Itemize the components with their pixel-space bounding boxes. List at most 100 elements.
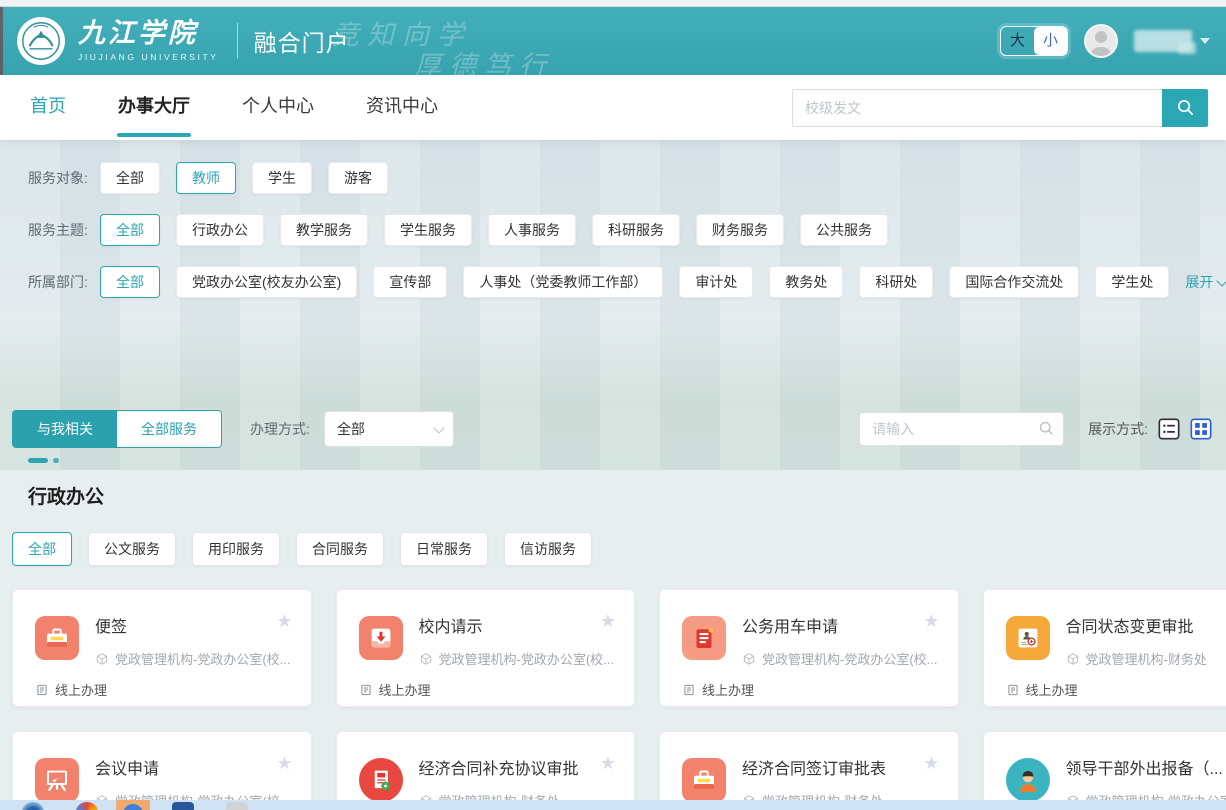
service-card-vehicle-request[interactable]: ★ 公务用车申请 党政管理机构-党政办公室(校... (659, 589, 959, 707)
grid-view-icon[interactable] (1190, 418, 1212, 440)
card-title[interactable]: 领导干部外出报备（... (1066, 760, 1226, 779)
filter-label-service-theme: 服务主题: (28, 220, 100, 240)
user-menu[interactable] (1134, 30, 1210, 52)
inbox-download-icon (366, 623, 396, 653)
tab-service-hall[interactable]: 办事大厅 (118, 75, 190, 140)
favorite-star-icon[interactable]: ★ (600, 612, 616, 630)
chip-dept-student[interactable]: 学生处 (1095, 266, 1169, 298)
section-dot (53, 458, 59, 463)
list-view-icon[interactable] (1158, 418, 1180, 440)
card-icon-tile (359, 758, 403, 802)
card-title[interactable]: 会议申请 (95, 760, 291, 779)
favorite-star-icon[interactable]: ★ (600, 754, 616, 772)
chip-theme-admin[interactable]: 行政办公 (176, 214, 264, 246)
service-search-input[interactable] (859, 412, 1064, 446)
service-card-internal-request[interactable]: ★ 校内请示 党政管理机构-党政办公室(校... (336, 589, 636, 707)
header-right-controls: 大 小 (1000, 24, 1210, 58)
card-icon-tile (1006, 758, 1050, 802)
service-card-contract-supplement[interactable]: ★ 经济合同补充协议审批 党政 (336, 731, 636, 810)
search-input[interactable] (792, 89, 1162, 127)
subchip-seal[interactable]: 用印服务 (192, 532, 280, 566)
card-icon-tile (35, 758, 79, 802)
handle-mode-select[interactable]: 全部 (324, 411, 454, 447)
chip-dept-academic[interactable]: 教务处 (769, 266, 843, 298)
document-icon (35, 683, 49, 697)
taskbar-active-app-icon[interactable] (116, 800, 150, 810)
chip-theme-student[interactable]: 学生服务 (384, 214, 472, 246)
favorite-star-icon[interactable]: ★ (923, 612, 939, 630)
taskbar-browser-icon[interactable] (76, 802, 98, 810)
card-title[interactable]: 合同状态变更审批 (1066, 618, 1218, 637)
briefcase-icon (689, 765, 719, 795)
handle-mode-label: 办理方式: (250, 419, 310, 439)
service-card-leader-outgoing[interactable]: ★ 领导干部外出报备（... 党政管理机构-党政办公室(校... (983, 731, 1226, 810)
tab-related-to-me[interactable]: 与我相关 (13, 411, 117, 447)
service-card-meeting-request[interactable]: ★ 会议申请 党政管理机构-党政办公室(校... (12, 731, 312, 810)
font-size-large-button[interactable]: 大 (1001, 27, 1034, 55)
toolbar-right: 展示方式: (859, 412, 1212, 446)
subchip-document[interactable]: 公文服务 (88, 532, 176, 566)
chip-target-student[interactable]: 学生 (252, 162, 312, 194)
tab-all-services[interactable]: 全部服务 (117, 411, 221, 447)
university-logo (16, 16, 66, 66)
chip-theme-public[interactable]: 公共服务 (800, 214, 888, 246)
cube-icon (742, 652, 756, 666)
card-title[interactable]: 便签 (95, 618, 291, 637)
chip-dept-all[interactable]: 全部 (100, 266, 160, 298)
tab-home[interactable]: 首页 (30, 75, 66, 140)
browser-chrome-strip (0, 0, 1226, 7)
subchip-contract[interactable]: 合同服务 (296, 532, 384, 566)
service-toolbar: 与我相关 全部服务 办理方式: 全部 展示方式: (12, 410, 1212, 448)
font-size-small-button[interactable]: 小 (1034, 27, 1067, 55)
chip-theme-all[interactable]: 全部 (100, 214, 160, 246)
favorite-star-icon[interactable]: ★ (276, 754, 292, 772)
portal-title: 融合门户 (254, 24, 350, 58)
university-name-en: JIUJIANG UNIVERSITY (78, 52, 219, 62)
red-document-icon (689, 623, 719, 653)
card-title[interactable]: 公务用车申请 (742, 618, 938, 637)
taskbar-word-icon[interactable] (172, 802, 194, 810)
card-org-text: 党政管理机构-财务处 (1086, 649, 1207, 668)
card-title[interactable]: 经济合同补充协议审批 (419, 760, 603, 779)
filter-label-department: 所属部门: (28, 272, 100, 292)
chip-theme-finance[interactable]: 财务服务 (696, 214, 784, 246)
cube-icon (1066, 652, 1080, 666)
main-nav: 首页 办事大厅 个人中心 资讯中心 (0, 75, 1226, 140)
chip-dept-audit[interactable]: 审计处 (679, 266, 753, 298)
search-icon (1176, 98, 1195, 117)
user-avatar[interactable] (1084, 24, 1118, 58)
chip-theme-hr[interactable]: 人事服务 (488, 214, 576, 246)
favorite-star-icon[interactable]: ★ (923, 754, 939, 772)
chip-dept-international[interactable]: 国际合作交流处 (949, 266, 1079, 298)
service-card-contract-status[interactable]: ★ 合同状态变更审批 党政管理 (983, 589, 1226, 707)
tab-personal-center[interactable]: 个人中心 (242, 75, 314, 140)
expand-link[interactable]: 展开 (1185, 272, 1226, 292)
chip-target-all[interactable]: 全部 (100, 162, 160, 194)
taskbar-app-icon[interactable] (226, 802, 248, 810)
card-mode-text: 线上办理 (702, 680, 754, 699)
search-button[interactable] (1162, 89, 1208, 127)
chip-dept-publicity[interactable]: 宣传部 (373, 266, 447, 298)
chip-dept-research[interactable]: 科研处 (859, 266, 933, 298)
chip-theme-research[interactable]: 科研服务 (592, 214, 680, 246)
service-card-contract-signing[interactable]: ★ 经济合同签订审批表 党政管理机构-财务处 (659, 731, 959, 810)
cube-icon (95, 652, 109, 666)
subchip-petition[interactable]: 信访服务 (504, 532, 592, 566)
tab-news-center[interactable]: 资讯中心 (366, 75, 438, 140)
card-title[interactable]: 经济合同签订审批表 (742, 760, 910, 779)
chip-target-visitor[interactable]: 游客 (328, 162, 388, 194)
taskbar-app-icon[interactable] (22, 802, 44, 810)
subchip-daily[interactable]: 日常服务 (400, 532, 488, 566)
font-size-toggle[interactable]: 大 小 (1000, 26, 1068, 56)
chip-dept-party-office[interactable]: 党政办公室(校友办公室) (176, 266, 357, 298)
card-org-text: 党政管理机构-党政办公室(校... (439, 649, 615, 668)
chip-target-teacher[interactable]: 教师 (176, 162, 236, 194)
favorite-star-icon[interactable]: ★ (276, 612, 292, 630)
chip-theme-teaching[interactable]: 教学服务 (280, 214, 368, 246)
subchip-all[interactable]: 全部 (12, 532, 72, 566)
service-card-memo[interactable]: ★ 便签 党政管理机构-党政办公室(校... (12, 589, 312, 707)
scope-toggle: 与我相关 全部服务 (12, 410, 222, 448)
university-name-block: 九江学院 JIUJIANG UNIVERSITY (78, 20, 219, 61)
chip-dept-hr[interactable]: 人事处（党委教师工作部） (463, 266, 663, 298)
card-title[interactable]: 校内请示 (419, 618, 615, 637)
